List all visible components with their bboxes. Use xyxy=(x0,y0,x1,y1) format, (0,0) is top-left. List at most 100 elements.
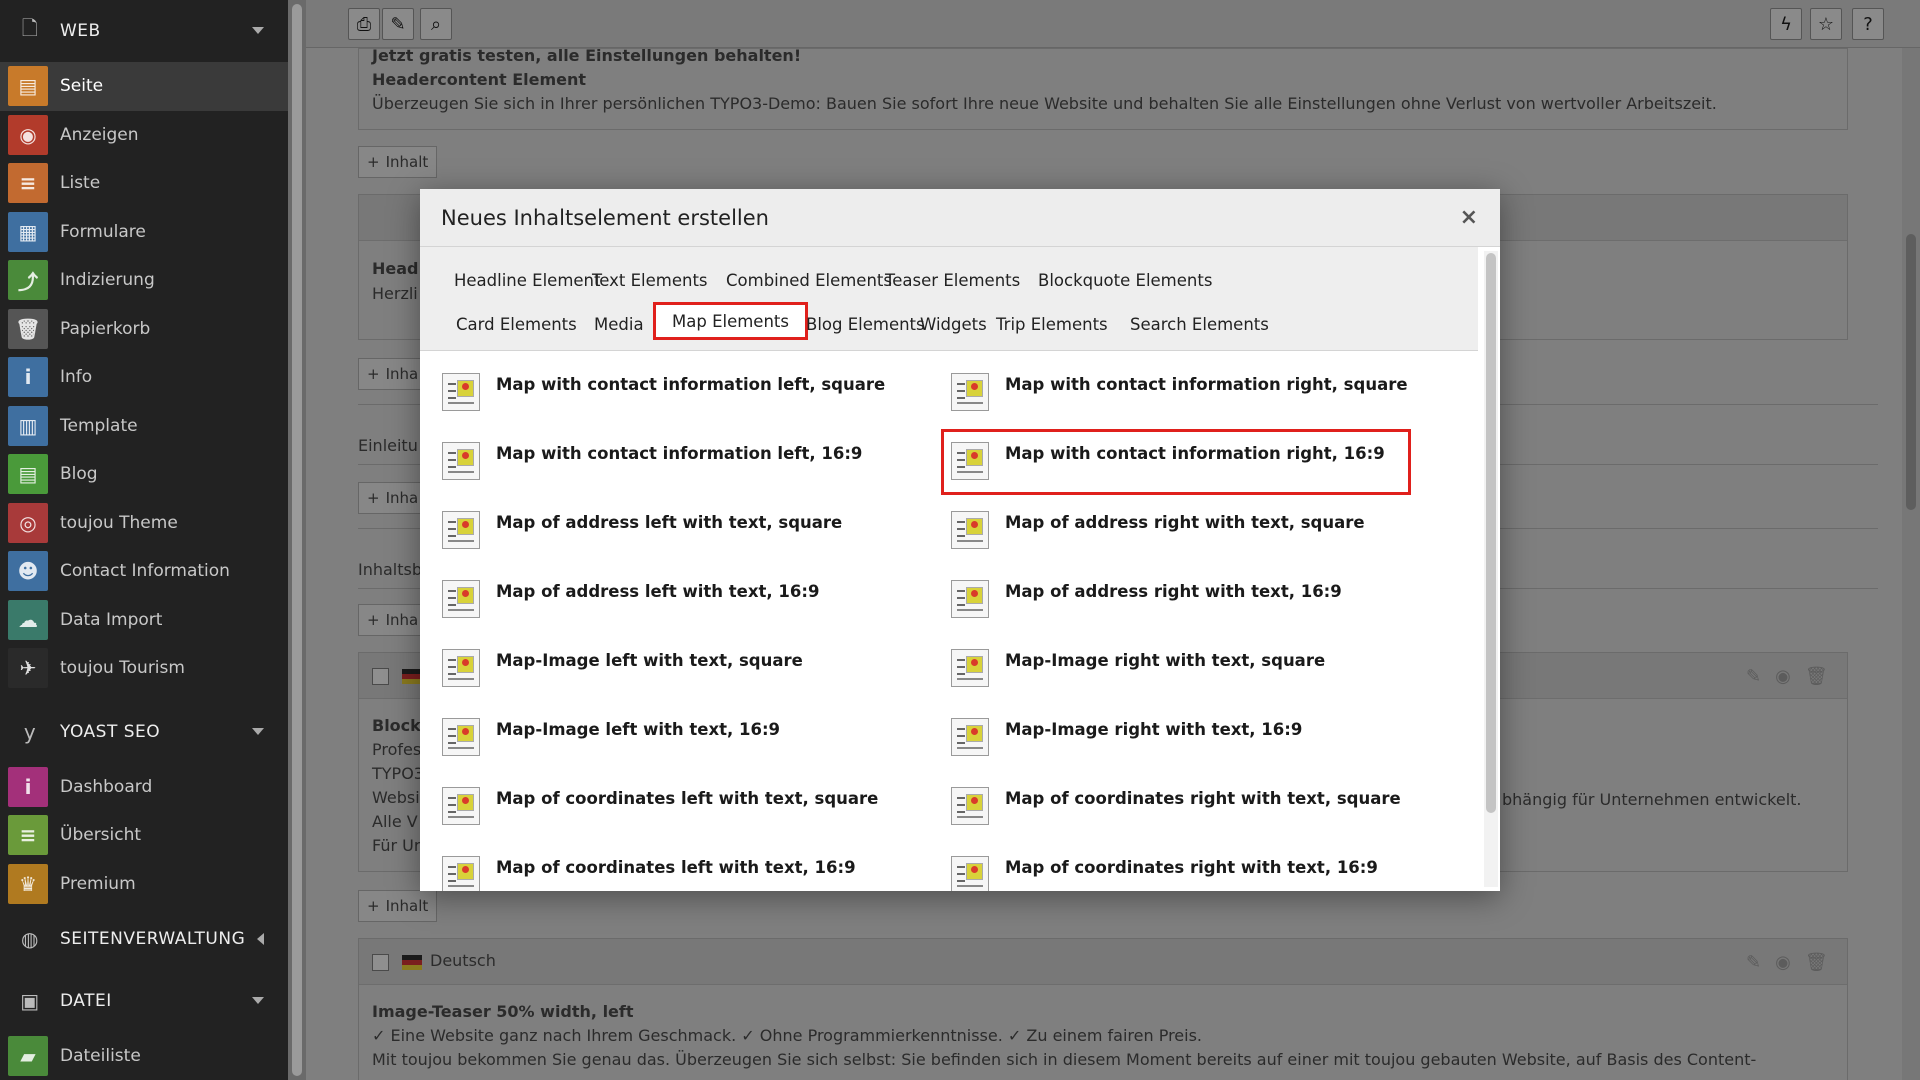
scrollbar-thumb[interactable] xyxy=(1906,234,1916,510)
info-icon: i xyxy=(8,766,48,807)
image-icon: ▣ xyxy=(20,989,40,1013)
map-element-icon xyxy=(951,856,989,891)
content-element-option[interactable]: Map of address right with text, 16:9 xyxy=(951,580,1342,618)
column-inhaltsbereich: Inhaltsb xyxy=(358,560,423,579)
hide-checkbox[interactable] xyxy=(372,952,389,971)
list-icon: ≡ xyxy=(8,163,48,204)
content-element-option[interactable]: Map with contact information left, squar… xyxy=(442,373,885,411)
sidebar-item-label: Seite xyxy=(60,76,104,97)
flag-de-icon xyxy=(402,666,422,685)
group-yoast[interactable]: y YOAST SEO xyxy=(0,701,288,763)
sidebar-item-papierkorb[interactable]: 🗑 Papierkorb xyxy=(0,305,288,354)
page-icon: 🗋 xyxy=(21,16,39,40)
sidebar-item-contact-information[interactable]: ☻ Contact Information xyxy=(0,547,288,596)
sidebar-item-toujou-theme[interactable]: ◎ toujou Theme xyxy=(0,499,288,548)
scrollbar-thumb[interactable] xyxy=(1486,253,1496,813)
sidebar-item-toujou-tourism[interactable]: ✈ toujou Tourism xyxy=(0,644,288,693)
sidebar-item-label: Liste xyxy=(60,173,101,194)
sidebar-item-übersicht[interactable]: ≡ Übersicht xyxy=(0,811,288,860)
map-element-icon xyxy=(951,511,989,549)
info-icon: i xyxy=(8,357,48,398)
tab-media[interactable]: Media xyxy=(578,305,660,343)
trash-icon[interactable]: 🗑 xyxy=(1805,952,1828,973)
sidebar-item-premium[interactable]: ♛ Premium xyxy=(0,860,288,909)
bg-line-3: Überzeugen Sie sich in Ihrer persönliche… xyxy=(372,94,1717,113)
content-element-option[interactable]: Map of address right with text, square xyxy=(951,511,1365,549)
sidebar-item-blog[interactable]: ▤ Blog xyxy=(0,450,288,499)
sidebar-item-liste[interactable]: ≡ Liste xyxy=(0,159,288,208)
group-datei[interactable]: ▣ DATEI xyxy=(0,970,288,1032)
trophy-icon: ♛ xyxy=(8,863,48,904)
content-element-option[interactable]: Map of coordinates left with text, 16:9 xyxy=(442,856,856,891)
sidebar-item-dashboard[interactable]: i Dashboard xyxy=(0,763,288,812)
map-element-icon xyxy=(442,649,480,687)
page-scrollbar[interactable] xyxy=(1902,48,1920,1080)
sidebar-item-info[interactable]: i Info xyxy=(0,353,288,402)
content-element-option[interactable]: Map-Image left with text, square xyxy=(442,649,803,687)
sidebar-item-label: Blog xyxy=(60,464,98,485)
tab-map-elements[interactable]: Map Elements xyxy=(653,302,808,340)
new-content-element-dialog: Neues Inhaltselement erstellen × Headlin… xyxy=(420,189,1500,891)
tab-teaser-elements[interactable]: Teaser Elements xyxy=(869,261,1036,299)
pencil-icon[interactable]: ✎ xyxy=(1746,952,1761,973)
content-element-label: Map-Image right with text, square xyxy=(1005,651,1326,670)
tab-blockquote-elements[interactable]: Blockquote Elements xyxy=(1022,261,1228,299)
pencil-icon[interactable]: ✎ xyxy=(1746,666,1761,687)
element-text: Für Ur xyxy=(372,836,421,855)
group-web[interactable]: 🗋 WEB xyxy=(0,0,288,62)
content-element-option[interactable]: Map-Image right with text, square xyxy=(951,649,1326,687)
content-element-option[interactable]: Map of coordinates right with text, squa… xyxy=(951,787,1401,825)
map-element-icon xyxy=(442,787,480,825)
sidebar-item-label: Dashboard xyxy=(60,776,153,797)
trash-icon[interactable]: 🗑 xyxy=(1805,666,1828,687)
content-element-option[interactable]: Map of address left with text, 16:9 xyxy=(442,580,819,618)
tab-card-elements[interactable]: Card Elements xyxy=(440,305,593,343)
sidebar-item-anzeigen[interactable]: ◉ Anzeigen xyxy=(0,111,288,160)
sidebar-item-data-import[interactable]: ☁ Data Import xyxy=(0,596,288,645)
toggle-icon[interactable]: ◉ xyxy=(1775,666,1791,687)
content-element-head xyxy=(359,939,1847,985)
sidebar-item-seite[interactable]: ▤ Seite xyxy=(0,62,288,111)
add-content-button[interactable]: + Inhalt xyxy=(358,146,438,178)
content-element-option[interactable]: Map with contact information right, squa… xyxy=(951,373,1408,411)
group-seitenverwaltung[interactable]: ◍ SEITENVERWALTUNG xyxy=(0,908,288,970)
content-element-option[interactable]: Map of coordinates right with text, 16:9 xyxy=(951,856,1378,891)
help-icon[interactable]: ? xyxy=(1852,8,1884,40)
add-content-button[interactable]: + Inha xyxy=(358,358,428,390)
content-element-label: Map with contact information right, squa… xyxy=(1005,375,1408,394)
element-text: Mit toujou bekommen Sie genau das. Überz… xyxy=(372,1050,1757,1069)
content-element-option[interactable]: Map-Image right with text, 16:9 xyxy=(951,718,1302,756)
content-element-option[interactable]: Map with contact information left, 16:9 xyxy=(442,442,862,480)
close-icon[interactable]: × xyxy=(1460,205,1478,230)
dialog-scrollbar[interactable] xyxy=(1484,251,1498,887)
tab-text-elements[interactable]: Text Elements xyxy=(576,261,724,299)
flash-icon[interactable]: ϟ xyxy=(1770,8,1802,40)
add-content-button[interactable]: + Inha xyxy=(358,482,428,514)
hide-checkbox[interactable] xyxy=(372,666,389,685)
toggle-icon[interactable]: ◉ xyxy=(1775,952,1791,973)
sidebar-item-label: Übersicht xyxy=(60,825,142,846)
add-content-button[interactable]: + Inhalt xyxy=(358,890,438,922)
sidebar-item-formulare[interactable]: ▦ Formulare xyxy=(0,208,288,257)
tab-trip-elements[interactable]: Trip Elements xyxy=(980,305,1124,343)
form-icon: ▦ xyxy=(8,211,48,252)
sidebar-item-indizierung[interactable]: ⤴ Indizierung xyxy=(0,256,288,305)
view-page-icon[interactable]: ⎙ xyxy=(348,8,380,40)
content-element-option[interactable]: Map of coordinates left with text, squar… xyxy=(442,787,878,825)
element-text: ✓ Eine Website ganz nach Ihrem Geschmack… xyxy=(372,1026,1203,1045)
tab-search-elements[interactable]: Search Elements xyxy=(1114,305,1285,343)
add-content-button[interactable]: + Inha xyxy=(358,604,428,636)
element-text: bhängig für Unternehmen entwickelt. xyxy=(1502,790,1802,809)
content-element-label: Map of coordinates left with text, 16:9 xyxy=(496,858,856,877)
content-element-option[interactable]: Map of address left with text, square xyxy=(442,511,842,549)
sidebar-item-template[interactable]: ▥ Template xyxy=(0,402,288,451)
scrollbar-thumb[interactable] xyxy=(292,4,302,1076)
globe-icon: ◍ xyxy=(21,927,39,951)
sidebar-item-dateiliste[interactable]: ▰ Dateiliste xyxy=(0,1032,288,1080)
sidebar-scrollbar[interactable] xyxy=(288,0,306,1080)
search-icon[interactable]: ⌕ xyxy=(420,8,452,40)
edit-page-icon[interactable]: ✎ xyxy=(382,8,414,40)
content-element-option[interactable]: Map-Image left with text, 16:9 xyxy=(442,718,780,756)
star-icon[interactable]: ☆ xyxy=(1810,8,1842,40)
element-title: Head xyxy=(372,259,419,278)
